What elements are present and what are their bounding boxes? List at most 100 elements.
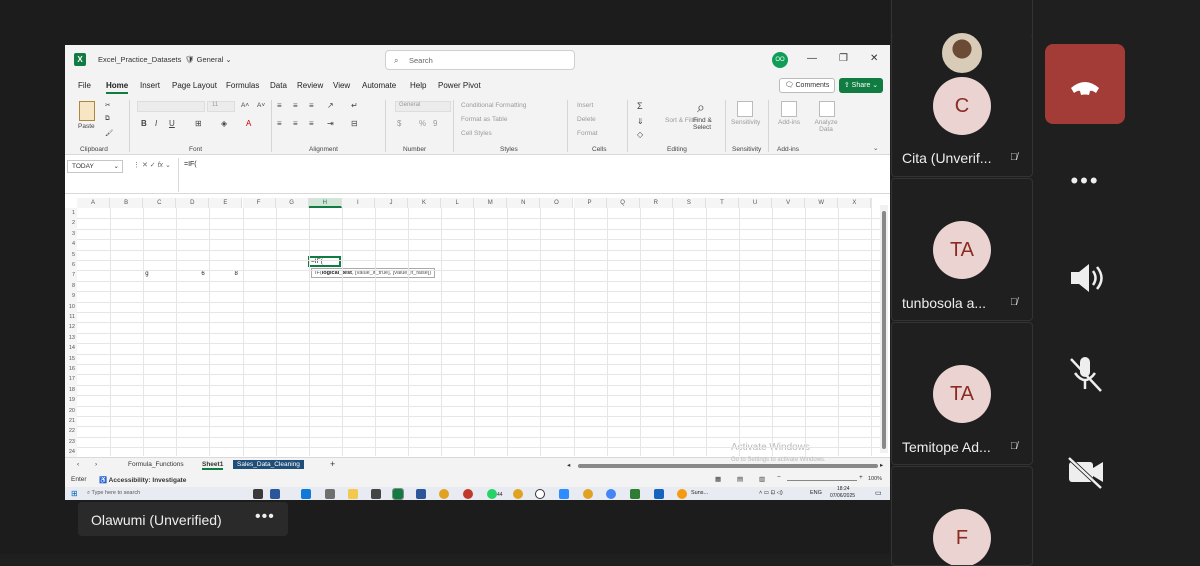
speaker-button[interactable] — [1045, 238, 1125, 318]
file-explorer-icon[interactable] — [348, 489, 358, 499]
align-center-icon[interactable]: ≡ — [293, 119, 298, 128]
column-header[interactable]: D — [176, 198, 210, 208]
font-color-icon[interactable]: A — [246, 119, 251, 128]
row-header[interactable]: 8 — [65, 280, 77, 292]
zoom-in-icon[interactable]: + — [859, 474, 863, 481]
task-view-icon[interactable] — [253, 489, 263, 499]
analyze-data-icon[interactable] — [819, 101, 835, 117]
row-header[interactable]: 17 — [65, 374, 77, 385]
scroll-right-icon[interactable]: ▸ — [880, 461, 883, 469]
row-header[interactable]: 16 — [65, 364, 77, 375]
column-header[interactable]: I — [341, 198, 375, 208]
row-header[interactable]: 6 — [65, 260, 77, 271]
chrome-icon-3[interactable] — [583, 489, 593, 499]
weather-icon[interactable] — [677, 489, 687, 499]
taskbar-search[interactable]: ⌕ Type here to search — [87, 490, 140, 497]
zoom-out-icon[interactable]: − — [777, 474, 781, 481]
bold-icon[interactable]: B — [141, 119, 147, 128]
row-header[interactable]: 1 — [65, 208, 77, 219]
column-header[interactable]: M — [474, 198, 508, 208]
find-select-button[interactable]: Find & Select — [693, 117, 723, 131]
sensitivity-button[interactable]: Sensitivity — [731, 119, 760, 126]
tab-formulas[interactable]: Formulas — [226, 81, 259, 90]
row-header[interactable]: 22 — [65, 426, 77, 437]
more-options-icon[interactable]: ••• — [255, 508, 275, 526]
increase-font-icon[interactable]: A˄ — [241, 102, 249, 109]
column-header[interactable]: Q — [606, 198, 640, 208]
font-name-dropdown[interactable] — [137, 101, 205, 112]
active-cell[interactable]: =IF( — [308, 256, 341, 267]
sheet-tab-sales-data-cleaning[interactable]: Sales_Data_Cleaning — [233, 460, 304, 469]
column-header[interactable]: O — [540, 198, 574, 208]
fill-icon[interactable]: ⇓ — [637, 117, 644, 126]
column-header[interactable]: T — [705, 198, 739, 208]
align-left-icon[interactable]: ≡ — [277, 119, 282, 128]
hang-up-button[interactable] — [1045, 44, 1125, 124]
column-header[interactable]: P — [573, 198, 607, 208]
align-bottom-icon[interactable]: ≡ — [309, 101, 314, 110]
column-header[interactable]: V — [772, 198, 806, 208]
name-box[interactable]: TODAY ⌄ — [67, 160, 123, 173]
chrome-bw-icon[interactable] — [371, 489, 381, 499]
zoom-app-icon[interactable] — [559, 489, 569, 499]
column-header[interactable]: N — [507, 198, 541, 208]
row-header[interactable]: 20 — [65, 405, 77, 416]
page-layout-view-icon[interactable]: ▤ — [737, 475, 743, 483]
tab-automate[interactable]: Automate — [362, 81, 396, 90]
cell-d7[interactable]: 6 — [201, 271, 204, 277]
row-header[interactable]: 12 — [65, 322, 77, 333]
row-header[interactable]: 2 — [65, 218, 77, 229]
sheet-tab-sheet1[interactable]: Sheet1 — [202, 461, 224, 470]
tab-data[interactable]: Data — [270, 81, 287, 90]
row-header[interactable]: 4 — [65, 239, 77, 250]
format-as-table-button[interactable]: Format as Table — [461, 116, 507, 123]
format-cells-button[interactable]: Format — [577, 130, 598, 137]
row-header[interactable]: 23 — [65, 436, 77, 448]
paste-icon[interactable] — [79, 101, 95, 121]
column-header[interactable]: C — [143, 198, 177, 208]
tab-view[interactable]: View — [333, 81, 350, 90]
language-indicator[interactable]: ENG — [810, 490, 822, 496]
column-header[interactable]: J — [374, 198, 408, 208]
row-header[interactable]: 3 — [65, 228, 77, 240]
formula-bar-buttons[interactable]: ⋮ ✕ ✓ fx ⌄ — [133, 161, 171, 169]
column-header[interactable]: K — [408, 198, 442, 208]
analyze-data-button[interactable]: Analyze Data — [813, 119, 839, 133]
tab-power-pivot[interactable]: Power Pivot — [438, 81, 481, 90]
tray-icons[interactable]: ˄ ▭ ⊡ ◁) — [759, 490, 783, 496]
clock-date[interactable]: 07/06/2025 — [830, 493, 855, 499]
page-break-view-icon[interactable]: ▥ — [759, 475, 765, 483]
column-header[interactable]: A — [77, 198, 111, 208]
vivaldi-icon[interactable] — [463, 489, 473, 499]
cell-c7[interactable]: g — [145, 271, 148, 277]
align-middle-icon[interactable]: ≡ — [293, 101, 298, 110]
merge-center-icon[interactable]: ⊟ — [351, 119, 358, 128]
row-header[interactable]: 9 — [65, 291, 77, 302]
add-sheet-icon[interactable]: + — [330, 459, 335, 469]
photos-icon[interactable] — [654, 489, 664, 499]
column-header[interactable]: F — [242, 198, 276, 208]
edge-icon[interactable] — [301, 489, 311, 499]
row-header[interactable]: 5 — [65, 249, 77, 260]
tab-help[interactable]: Help — [410, 81, 426, 90]
clear-icon[interactable]: ◇ — [637, 130, 643, 139]
column-header[interactable]: R — [639, 198, 673, 208]
lock-app-icon[interactable] — [630, 489, 640, 499]
microphone-button[interactable] — [1045, 335, 1125, 415]
insert-cells-button[interactable]: Insert — [577, 102, 593, 109]
column-header[interactable]: L — [441, 198, 475, 208]
worksheet-grid[interactable]: 86g =IF( IF(logical_test, [value_if_true… — [65, 198, 885, 459]
tab-page-layout[interactable]: Page Layout — [172, 81, 217, 90]
chrome-icon[interactable] — [439, 489, 449, 499]
coauthor-avatar[interactable]: OO — [772, 52, 788, 68]
camera-button[interactable] — [1045, 432, 1125, 512]
participant-tile-temitope[interactable]: TA Temitope Ad... 🎙̸ — [891, 322, 1033, 465]
notification-icon[interactable]: ▭ — [875, 489, 882, 497]
search-input[interactable]: ⌕ Search — [385, 50, 575, 70]
excel-taskbar-icon[interactable] — [392, 488, 404, 500]
scroll-left-icon[interactable]: ◂ — [567, 461, 570, 469]
prev-sheet-icon[interactable]: ‹ — [77, 461, 79, 468]
cell-e7[interactable]: 8 — [235, 271, 238, 277]
collapse-ribbon-icon[interactable]: ⌄ — [873, 144, 878, 152]
windows-start-icon[interactable]: ⊞ — [71, 489, 78, 498]
